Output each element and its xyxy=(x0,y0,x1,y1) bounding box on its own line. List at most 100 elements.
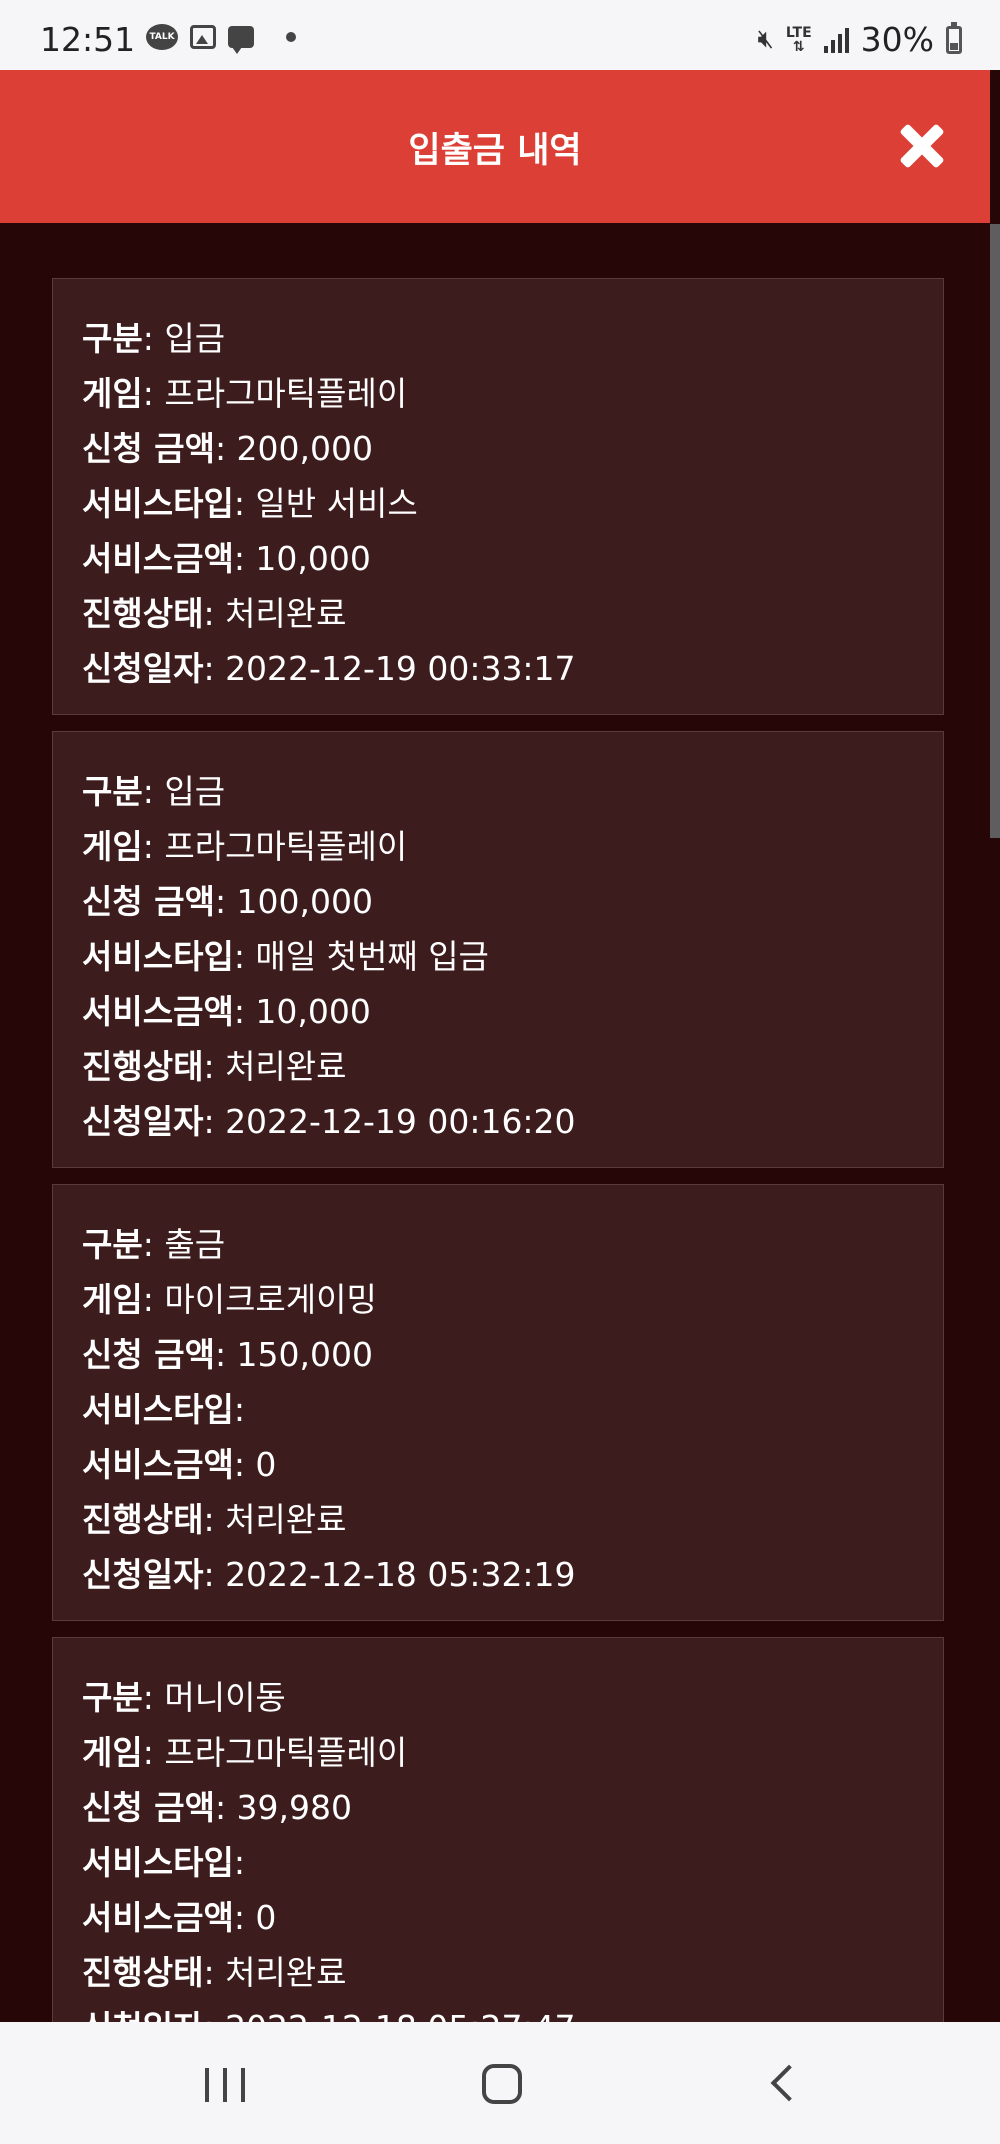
field-label: 진행상태 xyxy=(82,594,204,633)
field-value: 10,000 xyxy=(255,539,371,578)
field-label: 구분 xyxy=(82,772,143,811)
field-value: 처리완료 xyxy=(225,1500,347,1539)
field-value: 처리완료 xyxy=(225,594,347,633)
field-label: 진행상태 xyxy=(82,1500,204,1539)
field-label: 서비스금액 xyxy=(82,539,234,578)
field-amount: 신청 금액: 100,000 xyxy=(82,882,374,921)
lte-icon: LTE ⇅ xyxy=(785,24,812,55)
field-game: 게임: 프라그마틱플레이 xyxy=(82,374,408,413)
field-status: 진행상태: 처리완료 xyxy=(82,1500,347,1539)
field-service-type: 서비스타입: xyxy=(82,1390,245,1429)
system-icons: 🔇︎ LTE ⇅ 30% xyxy=(758,20,962,59)
status-time: 12:51 xyxy=(40,20,136,59)
mute-icon: 🔇︎ xyxy=(757,24,774,54)
network-label: LTE xyxy=(785,24,812,41)
field-label: 서비스타입 xyxy=(82,484,234,523)
field-service-amount: 서비스금액: 10,000 xyxy=(82,539,371,578)
field-label: 진행상태 xyxy=(82,1953,204,1992)
back-icon[interactable] xyxy=(770,2064,808,2102)
close-icon[interactable] xyxy=(896,120,948,172)
field-date: 신청일자: 2022-12-19 00:16:20 xyxy=(82,1102,576,1141)
field-label: 서비스타입 xyxy=(82,1390,234,1429)
notification-icons: TALK xyxy=(146,24,296,54)
field-status: 진행상태: 처리완료 xyxy=(82,594,347,633)
field-value: 2022-12-19 00:16:20 xyxy=(225,1102,576,1141)
dot-icon xyxy=(286,32,296,42)
field-label: 게임 xyxy=(82,374,143,413)
field-value: 마이크로게이밍 xyxy=(164,1280,377,1319)
field-label: 게임 xyxy=(82,1733,143,1772)
field-label: 신청일자 xyxy=(82,2008,203,2022)
recent-apps-icon[interactable] xyxy=(205,2068,245,2102)
field-service-amount: 서비스금액: 0 xyxy=(82,1898,277,1937)
field-status: 진행상태: 처리완료 xyxy=(82,1047,347,1086)
field-label: 게임 xyxy=(82,1280,143,1319)
field-amount: 신청 금액: 150,000 xyxy=(82,1335,374,1374)
field-value: 프라그마틱플레이 xyxy=(164,374,408,413)
field-label: 서비스금액 xyxy=(82,1445,234,1484)
field-amount: 신청 금액: 200,000 xyxy=(82,429,374,468)
field-label: 신청일자 xyxy=(82,1555,204,1594)
field-value: 출금 xyxy=(164,1225,226,1264)
signal-icon xyxy=(823,27,849,53)
field-type: 구분: 머니이동 xyxy=(82,1678,286,1717)
scrollbar-thumb[interactable] xyxy=(990,224,1000,838)
gallery-icon xyxy=(190,25,216,49)
field-value: 0 xyxy=(255,1445,277,1484)
field-game: 게임: 마이크로게이밍 xyxy=(82,1280,377,1319)
field-value: 프라그마틱플레이 xyxy=(164,1733,408,1772)
field-date: 신청일자: 2022-12-18 05:32:19 xyxy=(82,1555,576,1594)
field-value: 입금 xyxy=(164,319,226,358)
field-label: 신청일자 xyxy=(82,649,204,688)
field-type: 구분: 입금 xyxy=(82,319,226,358)
kakaotalk-icon: TALK xyxy=(146,24,178,50)
field-type: 구분: 출금 xyxy=(82,1225,226,1264)
field-value: 0 xyxy=(255,1898,277,1937)
message-icon xyxy=(228,26,254,54)
transaction-list[interactable]: 구분: 입금 게임: 프라그마틱플레이 신청 금액: 200,000 서비스타입: 일… xyxy=(0,223,990,2022)
transaction-card: 구분: 머니이동 게임: 프라그마틱플레이 신청 금액: 39,980 서비스타입: … xyxy=(52,1637,944,2022)
field-value: 100,000 xyxy=(236,882,374,921)
home-icon[interactable] xyxy=(482,2064,522,2104)
field-label: 신청 금액 xyxy=(82,429,215,468)
field-service-type: 서비스타입: 매일 첫번째 입금 xyxy=(82,937,489,976)
field-type: 구분: 입금 xyxy=(82,772,226,811)
field-label: 서비스타입 xyxy=(82,937,234,976)
field-label: 게임 xyxy=(82,827,143,866)
field-value: 머니이동 xyxy=(164,1678,286,1717)
field-value: 프라그마틱플레이 xyxy=(164,827,408,866)
field-value: 매일 첫번째 입금 xyxy=(255,937,489,976)
transaction-card: 구분: 입금게임: 프라그마틱플레이신청 금액: 200,000 서비스타입: 일… xyxy=(52,278,944,715)
navigation-bar xyxy=(0,2022,1000,2144)
field-label: 구분 xyxy=(82,319,143,358)
field-label: 구분 xyxy=(82,1678,143,1717)
field-game: 게임: 프라그마틱플레이 xyxy=(82,827,408,866)
transaction-card: 구분: 입금게임: 프라그마틱플레이신청 금액: 100,000 서비스타입: 매… xyxy=(52,731,944,1168)
field-game: 게임: 프라그마틱플레이 xyxy=(82,1733,408,1772)
battery-icon xyxy=(946,21,962,54)
field-service-amount: 서비스금액: 10,000 xyxy=(82,992,371,1031)
field-label: 신청 금액 xyxy=(82,1335,215,1374)
field-date: 신청일자: 2022-12-19 00:33:17 xyxy=(82,649,576,688)
field-value: 처리완료 xyxy=(225,1047,347,1086)
field-label: 진행상태 xyxy=(82,1047,204,1086)
page-title: 입출금 내역 xyxy=(408,131,582,171)
field-service-amount: 서비스금액: 0 xyxy=(82,1445,277,1484)
field-value: 10,000 xyxy=(255,992,371,1031)
field-label: 서비스금액 xyxy=(82,992,234,1031)
field-value: 2022-12-18 05:27:47 xyxy=(225,2008,575,2022)
app-header: 입출금 내역 xyxy=(0,70,990,223)
field-label: 서비스타입 xyxy=(82,1843,234,1882)
battery-percent: 30% xyxy=(860,20,934,59)
field-value: 39,980 xyxy=(236,1788,353,1827)
field-service-type: 서비스타입: 일반 서비스 xyxy=(82,484,418,523)
field-status: 진행상태: 처리완료 xyxy=(82,1953,347,1992)
field-label: 구분 xyxy=(82,1225,143,1264)
field-label: 신청 금액 xyxy=(82,882,215,921)
field-value: 200,000 xyxy=(236,429,374,468)
field-value: 일반 서비스 xyxy=(255,484,418,523)
field-value: 처리완료 xyxy=(225,1953,347,1992)
field-label: 신청일자 xyxy=(82,1102,204,1141)
field-service-type: 서비스타입: xyxy=(82,1843,245,1882)
field-amount: 신청 금액: 39,980 xyxy=(82,1788,353,1827)
